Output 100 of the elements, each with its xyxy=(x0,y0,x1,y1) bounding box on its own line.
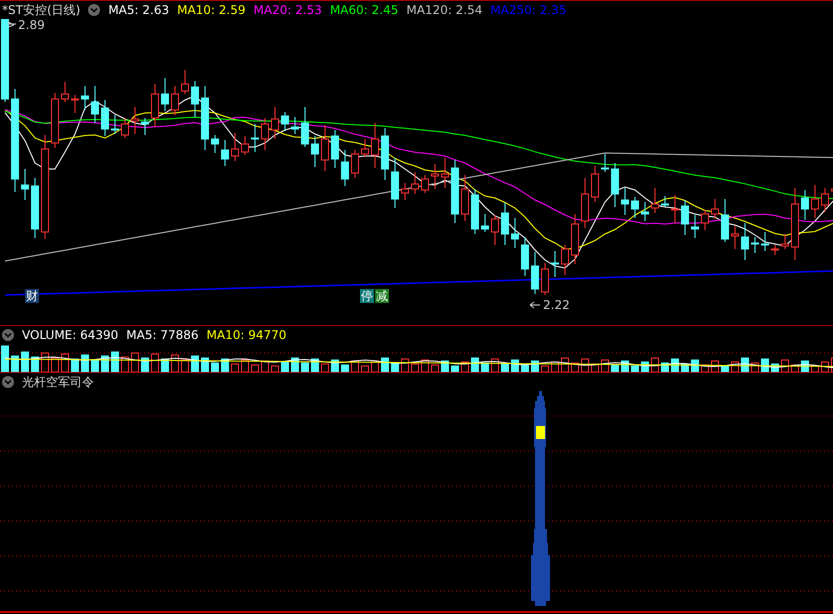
moving-average-value: MA10: 2.59 xyxy=(177,3,246,17)
candlestick xyxy=(521,236,529,276)
volume-bar xyxy=(151,354,159,372)
volume-bar xyxy=(131,352,139,372)
candlestick xyxy=(491,214,499,246)
event-tag[interactable]: 停 xyxy=(360,289,374,303)
volume-bar xyxy=(781,360,789,372)
collapse-icon[interactable] xyxy=(2,376,14,388)
candlestick xyxy=(81,86,89,110)
candlestick xyxy=(621,188,629,216)
candlestick xyxy=(201,86,209,150)
volume-value: MA5: 77886 xyxy=(126,328,199,342)
candlestick xyxy=(311,136,319,168)
candlestick xyxy=(821,188,829,212)
candlestick xyxy=(461,174,469,222)
volume-bar xyxy=(381,358,389,372)
volume-bar xyxy=(531,360,539,372)
candlestick xyxy=(181,70,189,94)
candlestick xyxy=(511,218,519,248)
candlestick xyxy=(651,188,659,214)
candlestick xyxy=(581,178,589,228)
volume-bar xyxy=(71,358,79,372)
candlestick xyxy=(741,222,749,260)
moving-average-value: MA20: 2.53 xyxy=(254,3,322,17)
stock-title: *ST安控(日线) xyxy=(2,2,80,18)
volume-bar xyxy=(521,364,529,372)
candlestick xyxy=(711,198,719,220)
volume-bar xyxy=(111,352,119,372)
candlestick xyxy=(721,198,729,242)
volume-bar xyxy=(231,364,239,372)
candlestick xyxy=(281,112,289,132)
volume-bar xyxy=(21,352,29,372)
candlestick xyxy=(341,150,349,186)
candlestick xyxy=(51,92,59,148)
volume-bar xyxy=(271,366,279,372)
candlestick xyxy=(261,118,269,150)
candlestick xyxy=(241,136,249,156)
candlestick xyxy=(561,244,569,276)
volume-bar xyxy=(331,360,339,372)
volume-bar xyxy=(611,364,619,372)
candlestick xyxy=(751,236,759,254)
volume-value: MA10: 94770 xyxy=(206,328,286,342)
volume-bar xyxy=(451,366,459,372)
volume-bar xyxy=(541,366,549,372)
candlestick xyxy=(91,86,99,124)
candlestick xyxy=(191,80,199,118)
volume-bar xyxy=(91,360,99,372)
candlestick xyxy=(691,214,699,238)
volume-bar xyxy=(481,362,489,372)
candlestick xyxy=(21,168,29,200)
volume-value: VOLUME: 64390 xyxy=(22,328,118,342)
candlestick xyxy=(441,158,449,188)
candlestick xyxy=(641,202,649,222)
candlestick xyxy=(731,226,739,250)
candlestick xyxy=(211,134,219,154)
candlestick xyxy=(351,150,359,178)
candlestick xyxy=(381,128,389,180)
price-label: 2.22 xyxy=(530,298,570,312)
candlestick xyxy=(601,154,609,172)
candlestick xyxy=(541,262,549,296)
candlestick xyxy=(131,106,139,134)
volume-bar xyxy=(241,360,249,372)
candlestick xyxy=(301,106,309,148)
volume-bar xyxy=(571,362,579,372)
candlestick xyxy=(161,78,169,112)
candlestick xyxy=(531,252,539,294)
volume-bar xyxy=(1,346,9,372)
candlestick xyxy=(71,94,79,114)
volume-bar xyxy=(61,354,69,372)
volume-bar xyxy=(191,356,199,372)
candlestick xyxy=(141,118,149,136)
volume-bar xyxy=(261,360,269,372)
event-tag[interactable]: 财 xyxy=(25,289,39,303)
volume-bar xyxy=(251,364,259,372)
volume-bar xyxy=(411,364,419,372)
candlestick xyxy=(701,210,709,230)
event-tag[interactable]: 减 xyxy=(375,289,389,303)
volume-bar xyxy=(201,358,209,372)
candlestick xyxy=(771,244,779,256)
candlestick xyxy=(661,196,669,208)
candlestick xyxy=(451,160,459,224)
candlestick xyxy=(551,250,559,278)
volume-bar xyxy=(41,352,49,372)
candlestick xyxy=(761,232,769,252)
volume-bar xyxy=(721,366,729,372)
collapse-icon[interactable] xyxy=(2,329,14,341)
volume-bar xyxy=(81,354,89,372)
candlestick xyxy=(111,114,119,134)
moving-average-value: MA120: 2.54 xyxy=(406,3,482,17)
volume-bar xyxy=(211,362,219,372)
volume-bar xyxy=(11,356,19,372)
price-label: 2.89 xyxy=(8,19,45,32)
volume-bar xyxy=(301,362,309,372)
candlestick xyxy=(611,162,619,208)
volume-bar xyxy=(51,358,59,372)
volume-bar xyxy=(391,362,399,372)
candlestick xyxy=(801,190,809,220)
volume-bar xyxy=(171,354,179,372)
collapse-icon[interactable] xyxy=(88,4,100,16)
volume-bar xyxy=(651,358,659,372)
